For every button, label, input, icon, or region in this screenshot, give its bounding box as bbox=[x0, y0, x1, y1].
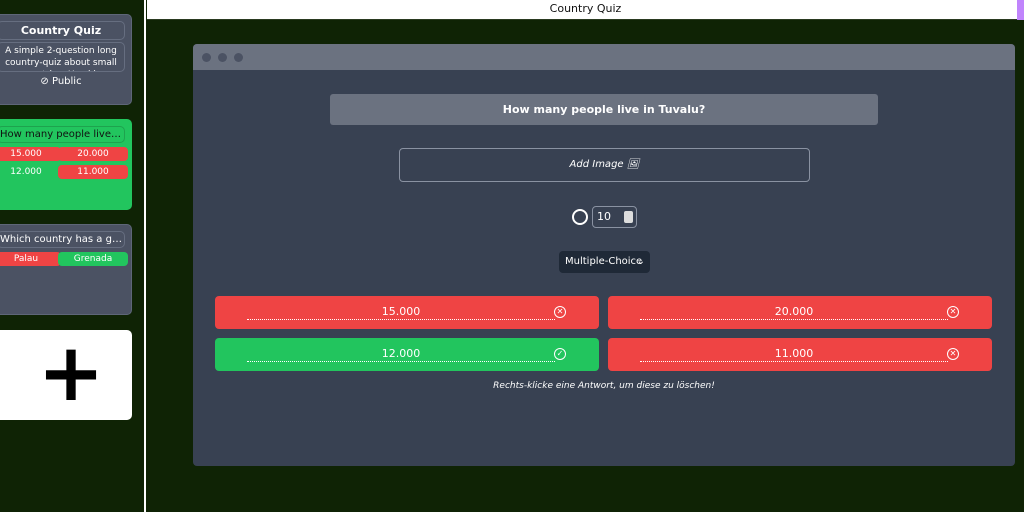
answer-field-3[interactable]: 12.000✓ bbox=[215, 338, 599, 371]
page-title: Country Quiz bbox=[550, 2, 622, 15]
quiz-info-card[interactable]: Country Quiz A simple 2-question long co… bbox=[0, 14, 132, 105]
quiz-title[interactable]: Country Quiz bbox=[0, 21, 125, 40]
add-question-button[interactable]: + bbox=[0, 330, 132, 420]
answer-text[interactable]: 15.000 bbox=[247, 305, 555, 320]
x-circle-icon[interactable]: ✕ bbox=[947, 348, 959, 360]
question-type-select[interactable]: Multiple-Choice⌄ bbox=[559, 251, 650, 273]
clock-icon bbox=[572, 209, 588, 225]
question-card-1[interactable]: How many people live in Tuvalu? 15.000 2… bbox=[0, 119, 132, 210]
answer: 11.000 bbox=[58, 165, 128, 179]
answer-text[interactable]: 20.000 bbox=[640, 305, 948, 320]
chevron-down-icon: ⌄ bbox=[637, 251, 645, 273]
window-dot bbox=[202, 53, 211, 62]
question-text: How many people live in Tuvalu? bbox=[0, 126, 125, 143]
hint-text: Rechts-klicke eine Antwort, um diese zu … bbox=[193, 381, 1015, 391]
answer: Palau bbox=[0, 252, 61, 266]
add-image-label: Add Image bbox=[570, 159, 624, 170]
answer-field-4[interactable]: 11.000✕ bbox=[608, 338, 992, 371]
globe-icon: ⊘ bbox=[40, 76, 52, 87]
window-titlebar bbox=[193, 44, 1015, 70]
answer: 20.000 bbox=[58, 147, 128, 161]
answer: Grenada bbox=[58, 252, 128, 266]
add-image-button[interactable]: Add Image 🖼 bbox=[399, 148, 810, 182]
timer-input[interactable]: 10 bbox=[592, 206, 637, 228]
answer: 12.000 bbox=[0, 165, 61, 179]
sidebar: Country Quiz A simple 2-question long co… bbox=[0, 0, 146, 512]
answer-field-1[interactable]: 15.000✕ bbox=[215, 296, 599, 329]
answer: 15.000 bbox=[0, 147, 61, 161]
answer-text[interactable]: 11.000 bbox=[640, 347, 948, 362]
answer-field-2[interactable]: 20.000✕ bbox=[608, 296, 992, 329]
window-dot bbox=[218, 53, 227, 62]
question-input[interactable]: How many people live in Tuvalu? bbox=[330, 94, 878, 125]
account-button[interactable] bbox=[1017, 0, 1024, 20]
visibility-label: Public bbox=[52, 76, 82, 87]
top-bar: Country Quiz bbox=[147, 0, 1024, 20]
window-dot bbox=[234, 53, 243, 62]
question-type-value: Multiple-Choice bbox=[565, 256, 642, 267]
answer-text[interactable]: 12.000 bbox=[247, 347, 555, 362]
question-editor-window: How many people live in Tuvalu? Add Imag… bbox=[193, 44, 1015, 466]
question-card-2[interactable]: Which country has a greater ... Palau Gr… bbox=[0, 224, 132, 315]
x-circle-icon[interactable]: ✕ bbox=[947, 306, 959, 318]
plus-icon: + bbox=[37, 330, 104, 419]
quiz-description[interactable]: A simple 2-question long country-quiz ab… bbox=[0, 42, 125, 72]
check-circle-icon[interactable]: ✓ bbox=[554, 348, 566, 360]
image-icon: 🖼 bbox=[627, 159, 640, 170]
spinner-icon[interactable] bbox=[624, 211, 633, 223]
visibility-toggle[interactable]: ⊘ Public bbox=[0, 76, 131, 87]
question-text: Which country has a greater ... bbox=[0, 231, 125, 248]
timer-value: 10 bbox=[597, 210, 611, 223]
x-circle-icon[interactable]: ✕ bbox=[554, 306, 566, 318]
